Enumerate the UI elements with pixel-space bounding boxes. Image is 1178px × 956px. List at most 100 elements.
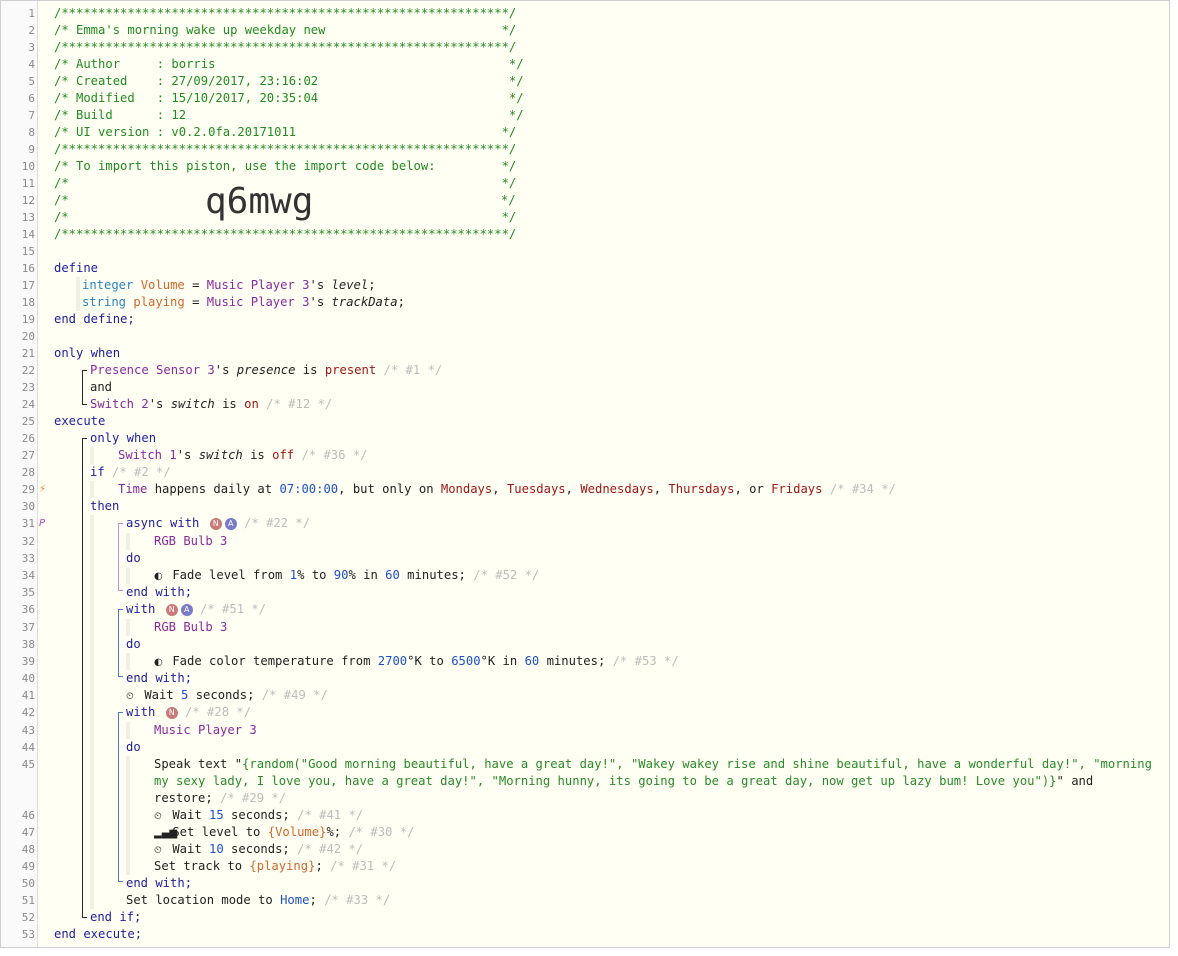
line-number: 19 (21, 313, 35, 326)
end-with-keyword[interactable]: end with; (126, 875, 192, 892)
type-integer: integer (82, 278, 134, 292)
header-modified: /* Modified : 15/10/2017, 20:35:04 */ (54, 91, 524, 105)
with-bracket-bottom (118, 877, 123, 882)
task-text: restore; (154, 791, 213, 805)
end-define[interactable]: end define; (54, 311, 135, 328)
define-keyword[interactable]: define (54, 260, 98, 277)
line-number: 35 (21, 586, 35, 599)
execute-bracket-bottom (82, 913, 87, 918)
badge-a-icon: A (224, 517, 237, 530)
do-keyword[interactable]: do (126, 739, 141, 756)
piston-editor: 1 2 3 4 5 6 7 8 9 10 11 12 13 14 15 16 17 18 19 20 21 22 23 24 2… (0, 0, 1170, 948)
async-with-statement[interactable]: async with NA /* #22 */ (126, 515, 310, 532)
with-statement[interactable]: with NA /* #51 */ (126, 601, 266, 618)
line-number: 13 (21, 211, 35, 224)
task-text: Wait (165, 808, 210, 822)
only-when-keyword[interactable]: only when (90, 430, 156, 447)
possessive: 's (214, 363, 237, 377)
toggle-icon: ◐ (154, 657, 163, 668)
line-number: 44 (21, 741, 35, 754)
wait-statement[interactable]: ⏲ Wait 15 seconds; /* #41 */ (154, 807, 363, 824)
line-number: 15 (21, 245, 35, 258)
import-code[interactable]: q6mwg (205, 181, 313, 222)
task-fade-level[interactable]: ◐ Fade level from 1% to 90% in 60 minute… (154, 567, 539, 584)
define-volume[interactable]: integer Volume = Music Player 3's level; (82, 277, 376, 294)
line-number: 4 (28, 58, 35, 71)
condition-switch-1[interactable]: Switch 1's switch is off /* #36 */ (118, 447, 368, 464)
device-rgb-bulb-3[interactable]: RGB Bulb 3 (154, 619, 227, 636)
end-execute-keyword[interactable]: end execute; (54, 926, 142, 943)
task-text: %; (326, 825, 342, 839)
op: = (184, 295, 207, 309)
wait-statement[interactable]: ⏲ Wait 5 seconds; /* #49 */ (126, 687, 328, 704)
day-fridays: Fridays (771, 482, 823, 496)
condition-group-bracket-bottom (82, 400, 87, 405)
trigger-time[interactable]: Time happens daily at 07:00:00, but only… (118, 481, 896, 498)
semicolon: ; (397, 295, 405, 309)
with-bracket (118, 716, 119, 881)
task-text: °K in (480, 654, 525, 668)
end-if-keyword[interactable]: end if; (90, 909, 141, 926)
device-music-player-3[interactable]: Music Player 3 (154, 722, 257, 739)
statement-id: /* #28 */ (177, 705, 252, 719)
line-number: 25 (21, 415, 35, 428)
indent-guide (90, 515, 94, 909)
end-with-keyword[interactable]: end with; (126, 584, 192, 601)
task-set-track[interactable]: Set track to {playing}; /* #31 */ (154, 858, 396, 875)
header-title: /* Emma's morning wake up weekday new */ (54, 23, 517, 37)
device-switch-1: Switch 1 (118, 448, 177, 462)
do-keyword[interactable]: do (126, 636, 141, 653)
statement-id: /* #30 */ (341, 825, 415, 839)
line-number: 24 (21, 398, 35, 411)
possessive: 's (309, 295, 332, 309)
line-number: 45 (21, 758, 35, 771)
define-playing[interactable]: string playing = Music Player 3's trackD… (82, 294, 405, 311)
condition-switch-2[interactable]: Switch 2's switch is on /* #12 */ (90, 396, 332, 413)
task-speak-line-3[interactable]: restore; /* #29 */ (154, 790, 286, 807)
comment-open: /* (54, 193, 69, 207)
only-when-keyword[interactable]: only when (54, 345, 120, 362)
num-15: 15 (209, 808, 224, 822)
clock-icon: ⏲ (126, 691, 134, 702)
line-number: 38 (21, 638, 35, 651)
indent-guide (76, 277, 80, 311)
header-border: /***************************************… (54, 227, 517, 241)
task-text: °K to (407, 654, 452, 668)
task-text: minutes; (399, 568, 466, 582)
line-number: 52 (21, 911, 35, 924)
trigger-lightning-icon: ⚡ (39, 484, 47, 495)
task-speak-line-2[interactable]: my sexy lady, I love you, have a great d… (154, 773, 1093, 790)
statement-id: /* #29 */ (212, 791, 287, 805)
execute-keyword[interactable]: execute (54, 413, 105, 430)
header-import-line: /* */ (54, 192, 516, 209)
task-set-location-mode[interactable]: Set location mode to Home; /* #33 */ (126, 892, 390, 909)
line-number: 18 (21, 296, 35, 309)
then-keyword[interactable]: then (90, 498, 119, 515)
async-bracket-bottom (118, 586, 123, 591)
header-border: /***************************************… (54, 142, 517, 156)
day-wednesdays: Wednesdays (580, 482, 654, 496)
num-2700: 2700 (377, 654, 408, 668)
task-speak-line-1[interactable]: Speak text "{random("Good morning beauti… (154, 756, 1152, 773)
device-rgb-bulb-3[interactable]: RGB Bulb 3 (154, 533, 227, 550)
value-on: on (244, 397, 259, 411)
line-number: 7 (28, 109, 35, 122)
with-statement[interactable]: with N /* #28 */ (126, 704, 251, 721)
task-set-level[interactable]: ▂▄▆ Set level to {Volume}%; /* #30 */ (154, 824, 415, 841)
do-keyword[interactable]: do (126, 550, 141, 567)
time-value: 07:00:00 (279, 482, 339, 496)
line-number: 47 (21, 826, 35, 839)
task-fade-color[interactable]: ◐ Fade color temperature from 2700°K to … (154, 653, 679, 670)
operator-and[interactable]: and (90, 379, 112, 396)
statement-id: /* #52 */ (465, 568, 540, 582)
line-number: 27 (21, 449, 35, 462)
line-number: 40 (21, 672, 35, 685)
async-bracket (118, 527, 119, 590)
wait-statement[interactable]: ⏲ Wait 10 seconds; /* #42 */ (154, 841, 363, 858)
statement-id: /* #34 */ (822, 482, 896, 496)
condition-presence[interactable]: Presence Sensor 3's presence is present … (90, 362, 442, 379)
end-with-keyword[interactable]: end with; (126, 670, 192, 687)
badge-n-icon: N (165, 603, 178, 616)
possessive: 's (309, 278, 332, 292)
if-statement[interactable]: if /* #2 */ (90, 464, 171, 481)
